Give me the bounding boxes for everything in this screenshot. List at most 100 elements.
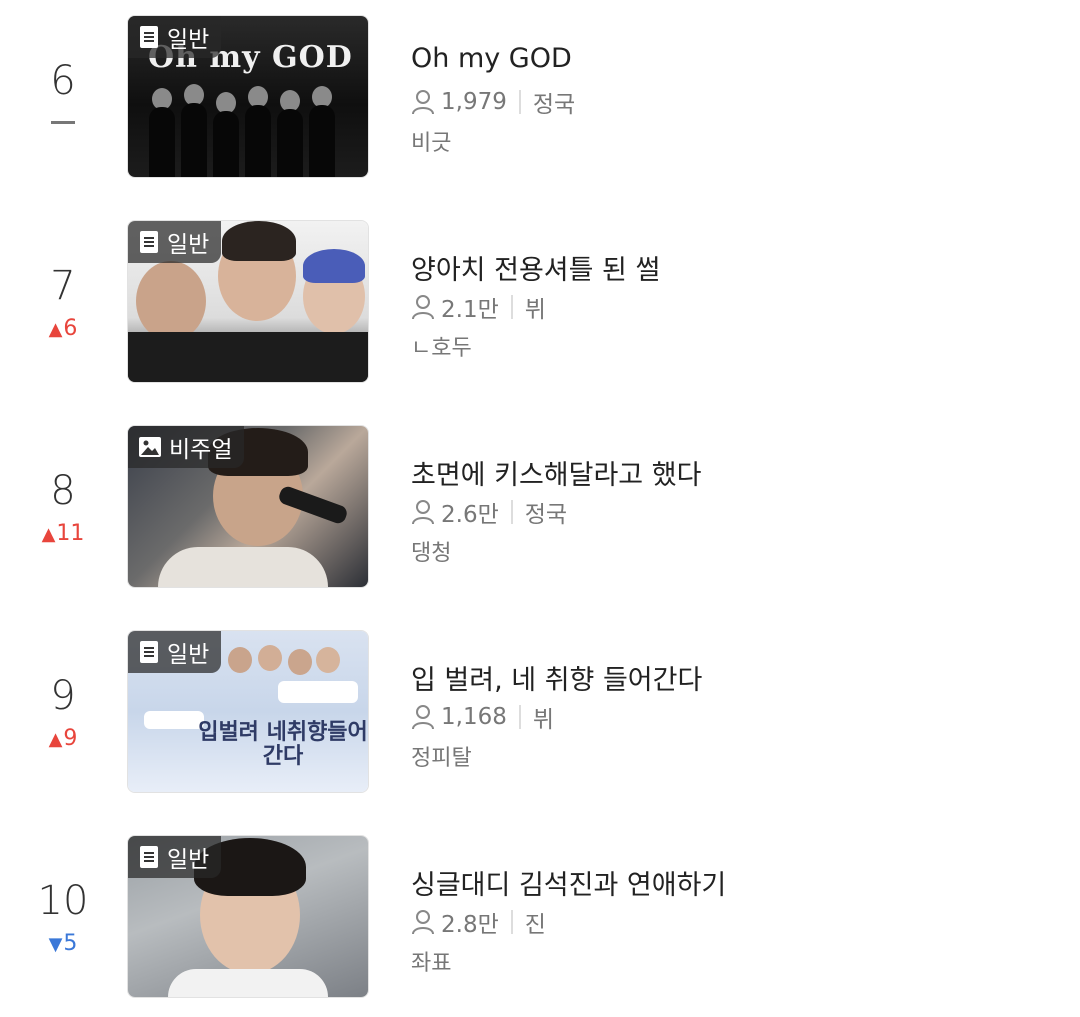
hair-shape — [222, 221, 296, 261]
list-item[interactable]: 6 Oh my GOD 일반 Oh my GOD 1,979 정국 비긋 — [0, 15, 1080, 178]
hair-shape — [303, 249, 365, 283]
document-icon — [140, 846, 158, 868]
person-icon — [412, 910, 434, 935]
face-shape — [316, 647, 340, 673]
author-name: 댕청 — [411, 541, 452, 566]
rank-change-up: ▲9 — [18, 726, 108, 753]
category-badge: 일반 — [128, 221, 222, 263]
rank-column: 8 ▲11 — [18, 425, 108, 587]
author-name: 비긋 — [411, 131, 452, 156]
divider — [510, 295, 513, 319]
view-count: 1,979 — [441, 89, 507, 115]
up-triangle-icon: ▲ — [48, 729, 63, 750]
rank-change-value: 11 — [56, 521, 85, 546]
jacket-shape — [128, 332, 368, 382]
member-tag: 뷔 — [532, 707, 555, 733]
thumbnail-overlay-text: 입벌려 네취향들어 간다 — [198, 720, 368, 769]
divider — [510, 500, 513, 524]
figure — [149, 107, 175, 177]
figure — [181, 103, 207, 177]
chat-bubble-shape — [144, 711, 204, 729]
face-shape — [288, 649, 312, 675]
rank-number: 7 — [50, 263, 76, 309]
thumbnail[interactable]: 일반 — [127, 835, 369, 998]
thumbnail[interactable]: Oh my GOD 일반 — [127, 15, 369, 178]
up-triangle-icon: ▲ — [41, 524, 56, 545]
category-badge: 일반 — [128, 631, 222, 673]
thumbnail[interactable]: 입벌려 네취향들어 간다 일반 — [127, 630, 369, 793]
list-item[interactable]: 9 ▲9 입벌려 네취향들어 간다 일반 입 벌려, 네 취향 들어간다 1,1… — [0, 630, 1080, 793]
person-icon — [412, 90, 434, 115]
figure — [277, 109, 303, 177]
item-title[interactable]: 싱글대디 김석진과 연애하기 — [411, 863, 726, 902]
view-count: 1,168 — [441, 704, 507, 730]
thumbnail[interactable]: 비주얼 — [127, 425, 369, 588]
badge-label: 일반 — [167, 642, 210, 668]
divider — [518, 90, 521, 114]
chat-bubble-shape — [278, 681, 358, 703]
divider — [518, 705, 521, 729]
item-title[interactable]: 입 벌려, 네 취향 들어간다 — [411, 658, 702, 697]
figure — [245, 105, 271, 177]
rank-column: 9 ▲9 — [18, 630, 108, 792]
member-tag: 뷔 — [524, 297, 546, 323]
author-name: 좌표 — [411, 951, 452, 976]
item-meta: 1,979 정국 — [411, 85, 575, 119]
face-shape — [258, 645, 282, 671]
item-title[interactable]: 양아치 전용셔틀 된 썰 — [411, 248, 660, 287]
item-meta: 2.6만 정국 — [411, 495, 567, 529]
rank-change-down: ▼5 — [18, 931, 108, 958]
thumbnail[interactable]: 일반 — [127, 220, 369, 383]
item-title[interactable]: 초면에 키스해달라고 했다 — [411, 453, 701, 492]
person-icon — [412, 295, 434, 320]
member-tag: 정국 — [532, 92, 576, 118]
rank-change-up: ▲11 — [18, 521, 108, 548]
author-name: ㄴ호두 — [411, 336, 472, 361]
rank-number: 8 — [50, 468, 76, 514]
no-change-bar-icon — [51, 120, 75, 124]
badge-label: 비주얼 — [169, 437, 233, 463]
divider — [510, 910, 513, 934]
view-count: 2.8만 — [441, 912, 499, 938]
author-name: 정피탈 — [411, 746, 472, 771]
up-triangle-icon: ▲ — [48, 319, 63, 340]
rank-change-value: 5 — [63, 931, 78, 956]
list-item[interactable]: 8 ▲11 비주얼 초면에 키스해달라고 했다 2.6만 정국 댕청 — [0, 425, 1080, 588]
rank-number: 10 — [37, 878, 89, 924]
rank-number: 9 — [50, 673, 76, 719]
rank-column: 10 ▼5 — [18, 835, 108, 997]
face-shape — [136, 261, 206, 341]
category-badge: 비주얼 — [128, 426, 245, 468]
badge-label: 일반 — [167, 27, 210, 53]
figure — [309, 105, 335, 177]
shirt-shape — [158, 547, 328, 587]
down-triangle-icon: ▼ — [48, 934, 63, 955]
badge-label: 일반 — [167, 847, 210, 873]
rank-change-value: 6 — [63, 316, 78, 341]
view-count: 2.6만 — [441, 502, 499, 528]
person-icon — [412, 500, 434, 525]
badge-label: 일반 — [167, 232, 210, 258]
rank-column: 7 ▲6 — [18, 220, 108, 382]
item-title[interactable]: Oh my GOD — [411, 43, 572, 74]
member-tag: 진 — [524, 912, 546, 938]
item-meta: 2.8만 진 — [411, 905, 546, 939]
image-icon — [139, 437, 161, 457]
list-item[interactable]: 7 ▲6 일반 양아치 전용셔틀 된 썰 2.1만 뷔 ㄴ호두 — [0, 220, 1080, 383]
figure — [213, 111, 239, 177]
document-icon — [140, 641, 158, 663]
shirt-shape — [168, 969, 328, 997]
rank-change-up: ▲6 — [18, 316, 108, 343]
view-count: 2.1만 — [441, 297, 499, 323]
document-icon — [140, 231, 158, 253]
rank-change-same — [18, 109, 108, 135]
list-item[interactable]: 10 ▼5 일반 싱글대디 김석진과 연애하기 2.8만 진 좌표 — [0, 835, 1080, 998]
rank-number: 6 — [50, 58, 76, 104]
face-shape — [228, 647, 252, 673]
rank-column: 6 — [18, 15, 108, 177]
member-tag: 정국 — [524, 502, 568, 528]
document-icon — [140, 26, 158, 48]
item-meta: 2.1만 뷔 — [411, 290, 546, 324]
item-meta: 1,168 뷔 — [411, 700, 554, 734]
person-icon — [412, 705, 434, 730]
